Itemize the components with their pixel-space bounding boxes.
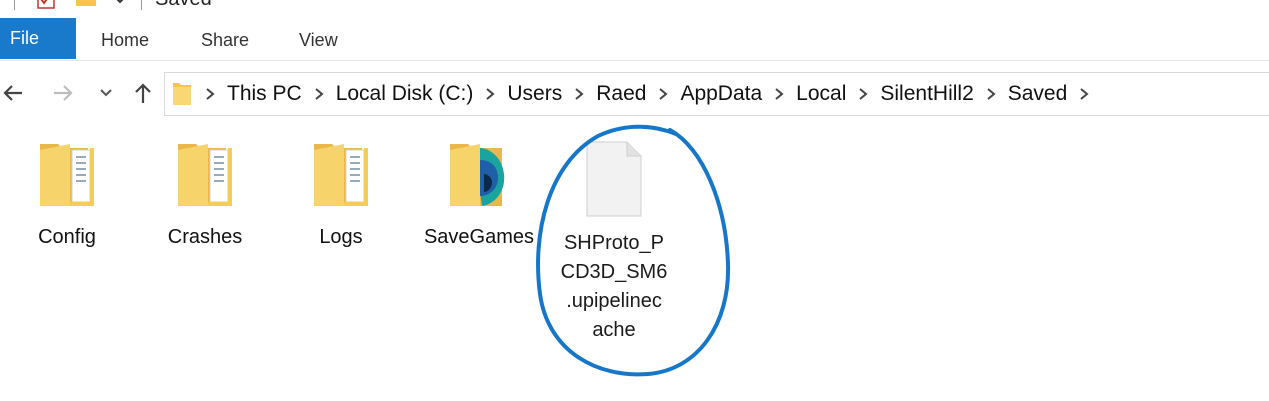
breadcrumb: This PC Local Disk (C:) Users Raed AppDa… bbox=[205, 73, 1101, 115]
breadcrumb-item-local-disk[interactable]: Local Disk (C:) bbox=[336, 82, 474, 106]
item-label: Crashes bbox=[167, 226, 243, 248]
ribbon: File Home Share View bbox=[0, 18, 1269, 61]
chevron-right-icon[interactable] bbox=[986, 87, 996, 101]
file-name-line: CD3D_SM6 bbox=[560, 261, 668, 283]
folder-item-config[interactable]: Config bbox=[2, 130, 132, 252]
chevron-right-icon[interactable] bbox=[774, 87, 784, 101]
chevron-right-icon[interactable] bbox=[205, 87, 215, 101]
folder-item-logs[interactable]: Logs bbox=[276, 130, 406, 252]
customize-chevron-icon[interactable] bbox=[114, 0, 126, 6]
address-bar[interactable]: This PC Local Disk (C:) Users Raed AppDa… bbox=[164, 72, 1269, 116]
folder-app-icon bbox=[450, 144, 505, 206]
tab-view[interactable]: View bbox=[299, 18, 338, 59]
file-tab[interactable]: File bbox=[0, 18, 76, 59]
up-arrow-icon bbox=[135, 83, 151, 103]
file-item-pipeline-cache[interactable]: SHProto_P CD3D_SM6 .upipelinec ache bbox=[548, 140, 680, 345]
file-name-line: SHProto_P bbox=[563, 232, 665, 254]
forward-arrow-icon bbox=[54, 85, 73, 101]
folder-item-crashes[interactable]: Crashes bbox=[140, 130, 270, 252]
breadcrumb-item-local[interactable]: Local bbox=[796, 82, 846, 106]
folder-location-icon bbox=[173, 83, 191, 105]
breadcrumb-item-appdata[interactable]: AppData bbox=[680, 82, 762, 106]
navigation-bar: This PC Local Disk (C:) Users Raed AppDa… bbox=[0, 70, 1269, 116]
new-folder-icon[interactable] bbox=[74, 0, 98, 12]
properties-checkbox-icon[interactable] bbox=[36, 0, 58, 12]
item-label: SaveGames bbox=[423, 226, 535, 248]
tab-home[interactable]: Home bbox=[101, 18, 149, 59]
chevron-right-icon[interactable] bbox=[574, 87, 584, 101]
forward-button[interactable] bbox=[50, 70, 76, 116]
chevron-right-icon[interactable] bbox=[485, 87, 495, 101]
chevron-right-icon[interactable] bbox=[1079, 87, 1089, 101]
chevron-right-icon[interactable] bbox=[658, 87, 668, 101]
breadcrumb-item-this-pc[interactable]: This PC bbox=[227, 82, 302, 106]
divider bbox=[14, 0, 15, 10]
folder-item-savegames[interactable]: SaveGames bbox=[414, 130, 544, 252]
blank-file-icon bbox=[586, 141, 642, 217]
title-bar: Saved bbox=[0, 0, 1269, 14]
divider bbox=[141, 0, 142, 10]
item-label: Config bbox=[38, 226, 96, 248]
back-button[interactable] bbox=[0, 70, 26, 116]
folder-icon bbox=[40, 144, 94, 206]
folder-icon bbox=[178, 144, 232, 206]
breadcrumb-item-raed[interactable]: Raed bbox=[596, 82, 646, 106]
back-arrow-icon bbox=[3, 85, 22, 101]
item-label: SHProto_P CD3D_SM6 .upipelinec ache bbox=[548, 229, 680, 345]
window-title: Saved bbox=[155, 0, 212, 11]
chevron-right-icon[interactable] bbox=[314, 87, 324, 101]
tab-share[interactable]: Share bbox=[201, 18, 249, 59]
breadcrumb-item-saved[interactable]: Saved bbox=[1008, 82, 1068, 106]
chevron-down-icon bbox=[100, 89, 112, 97]
file-name-line: ache bbox=[592, 319, 636, 341]
chevron-right-icon[interactable] bbox=[858, 87, 868, 101]
breadcrumb-item-users[interactable]: Users bbox=[507, 82, 562, 106]
file-name-line: .upipelinec bbox=[566, 290, 662, 312]
recent-locations-button[interactable] bbox=[96, 70, 116, 116]
folder-icon bbox=[314, 144, 368, 206]
up-button[interactable] bbox=[130, 70, 156, 116]
breadcrumb-item-silenthill2[interactable]: SilentHill2 bbox=[880, 82, 973, 106]
item-label: Logs bbox=[319, 226, 363, 248]
